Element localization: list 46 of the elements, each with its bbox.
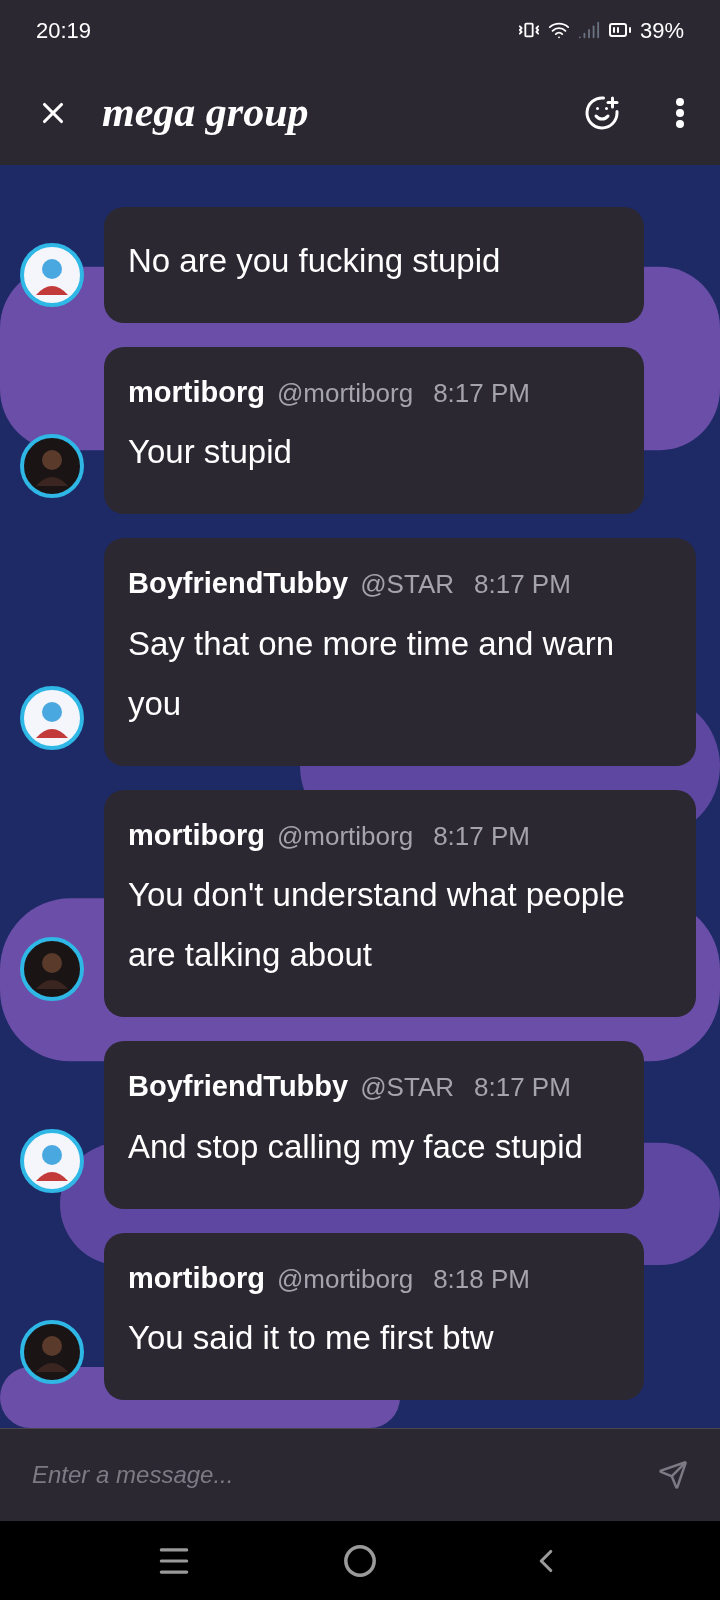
message-time: 8:17 PM [433, 819, 530, 853]
author-handle: @STAR [360, 568, 454, 601]
author-name[interactable]: mortiborg [128, 1256, 265, 1300]
author-handle: @mortiborg [276, 376, 414, 410]
author-handle: @mortiborg [276, 819, 414, 853]
message-text: And stop calling my face stupid [128, 1126, 584, 1167]
send-button[interactable] [658, 1460, 688, 1490]
author-name[interactable]: mortiborg [128, 370, 265, 414]
author-handle: @STAR [360, 1071, 454, 1104]
send-icon [658, 1460, 688, 1490]
avatar[interactable] [20, 1128, 84, 1193]
home-button[interactable] [343, 1543, 377, 1578]
author-name[interactable]: mortiborg [128, 813, 265, 857]
battery-level: 39% [639, 16, 684, 45]
status-time: 20:19 [36, 16, 92, 45]
avatar[interactable] [20, 242, 84, 307]
message-input[interactable]: Enter a message... [32, 1457, 658, 1493]
message-bubble[interactable]: mortiborg @mortiborg 8:17 PM Your stupid [104, 346, 644, 514]
signal-icon [577, 19, 600, 41]
message-bubble[interactable]: BoyfriendTubby @STAR 8:17 PM And stop calling my face stupid [104, 1041, 644, 1209]
window-title: mega group [102, 88, 310, 137]
message-text: You don't understand what people are talking about [128, 875, 626, 975]
avatar[interactable] [20, 1320, 84, 1384]
message-time: 8:17 PM [474, 1071, 571, 1104]
message-bubble[interactable]: mortiborg @mortiborg 8:17 PM You don't understand what people are talking about [104, 789, 696, 1017]
author-handle: @mortiborg [276, 1262, 414, 1296]
author-name[interactable]: BoyfriendTubby [128, 1065, 349, 1109]
avatar[interactable] [20, 434, 84, 498]
message-bubble[interactable]: No are you fucking stupid [104, 206, 644, 323]
message-text: No are you fucking stupid [128, 240, 502, 281]
avatar[interactable] [20, 685, 84, 750]
smiley-plus-icon [584, 94, 620, 131]
message-time: 8:18 PM [433, 1262, 530, 1296]
author-name[interactable]: BoyfriendTubby [128, 562, 349, 606]
message-text: You said it to me first btw [128, 1318, 495, 1358]
circle-icon [343, 1543, 377, 1578]
avatar[interactable] [20, 937, 84, 1001]
more-icon [676, 97, 684, 128]
message-bubble[interactable]: BoyfriendTubby @STAR 8:17 PM Say that one more time and warn you [104, 538, 696, 766]
message-time: 8:17 PM [474, 568, 571, 601]
message-text: Your stupid [128, 432, 293, 472]
message-bubble[interactable]: mortiborg @mortiborg 8:18 PM You said it to me first btw [104, 1232, 644, 1400]
message-time: 8:17 PM [433, 376, 530, 410]
add-member-button[interactable] [584, 94, 620, 131]
message-text: Say that one more time and warn you [128, 623, 616, 724]
more-options-button[interactable] [676, 97, 684, 128]
